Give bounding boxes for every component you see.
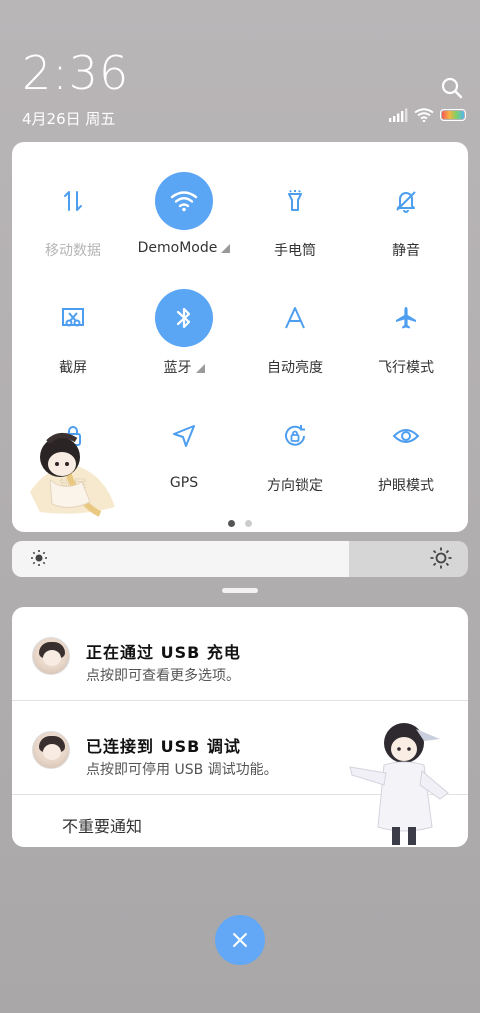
search-icon[interactable] xyxy=(440,76,464,100)
tile-label: 手电筒 xyxy=(274,243,316,259)
tile-mute[interactable]: 静音 xyxy=(349,142,463,259)
notification-title: 已连接到 USB 调试 xyxy=(86,737,241,756)
tile-gps[interactable]: GPS xyxy=(127,377,241,491)
notification-title: 正在通过 USB 充电 xyxy=(86,643,241,662)
brightness-low-icon xyxy=(30,549,48,571)
gps-icon xyxy=(155,407,213,465)
drag-handle[interactable] xyxy=(222,588,258,593)
status-area: 2:36 4月26日 周五 xyxy=(0,0,480,140)
tile-eye-protection[interactable]: 护眼模式 xyxy=(349,377,463,494)
tile-label: 移动数据 xyxy=(45,243,101,259)
brightness-slider[interactable] xyxy=(12,541,468,577)
tile-label: 方向锁定 xyxy=(267,478,323,494)
notification-body: 点按即可停用 USB 调试功能。 xyxy=(86,762,278,778)
flashlight-icon xyxy=(266,172,324,230)
page-dot xyxy=(245,520,252,527)
auto-brightness-icon xyxy=(266,289,324,347)
airplane-icon xyxy=(377,289,435,347)
date[interactable]: 4月26日 周五 xyxy=(22,108,115,129)
notification-body: 点按即可查看更多选项。 xyxy=(86,668,240,684)
chibi-sticker-image xyxy=(20,422,120,522)
bluetooth-icon xyxy=(155,289,213,347)
chibi-sticker-image xyxy=(344,715,454,847)
wifi-status-icon xyxy=(414,108,434,122)
tile-airplane[interactable]: 飞行模式 xyxy=(349,259,463,376)
app-avatar xyxy=(32,731,70,769)
brightness-high-icon xyxy=(430,547,452,573)
screenshot-icon xyxy=(44,289,102,347)
signal-icon xyxy=(388,108,408,122)
rotation-lock-icon xyxy=(266,407,324,465)
tile-screenshot[interactable]: 截屏 xyxy=(16,259,130,376)
tile-label: 飞行模式 xyxy=(378,360,434,376)
page-dot-active xyxy=(228,520,235,527)
dropdown-triangle-icon xyxy=(221,244,231,253)
tile-bluetooth[interactable]: 蓝牙 xyxy=(127,259,241,376)
tile-auto-brightness[interactable]: 自动亮度 xyxy=(238,259,352,376)
wifi-icon xyxy=(155,172,213,230)
system-status-icons xyxy=(388,108,466,122)
brightness-fill xyxy=(12,541,350,577)
tile-label: 截屏 xyxy=(59,360,87,376)
tile-mobile-data[interactable]: 移动数据 xyxy=(16,142,130,259)
tile-label: 护眼模式 xyxy=(378,478,434,494)
app-avatar xyxy=(32,637,70,675)
tile-label: 蓝牙 xyxy=(127,357,241,377)
dropdown-triangle-icon xyxy=(195,364,205,373)
tile-label: 自动亮度 xyxy=(267,360,323,376)
notification-usb-charging[interactable]: 正在通过 USB 充电 点按即可查看更多选项。 xyxy=(12,607,468,701)
tile-wifi[interactable]: DemoMode xyxy=(127,142,241,256)
clear-all-button[interactable] xyxy=(215,915,265,965)
eye-icon xyxy=(377,407,435,465)
tile-label: 静音 xyxy=(392,243,420,259)
tile-flashlight[interactable]: 手电筒 xyxy=(238,142,352,259)
quick-settings-panel: 移动数据 DemoMode 手电筒 静音 截屏 蓝牙 自动亮度 飞行模式 GPS… xyxy=(12,142,468,532)
tile-label: DemoMode xyxy=(127,240,241,256)
page-indicator xyxy=(12,520,468,527)
tile-label: GPS xyxy=(169,475,199,491)
clock[interactable]: 2:36 xyxy=(22,46,129,100)
mobile-data-icon xyxy=(44,172,102,230)
unimportant-notifications-link[interactable]: 不重要通知 xyxy=(62,813,142,837)
tile-rotation-lock[interactable]: 方向锁定 xyxy=(238,377,352,494)
close-icon xyxy=(233,933,247,947)
notification-panel: 正在通过 USB 充电 点按即可查看更多选项。 已连接到 USB 调试 点按即可… xyxy=(12,607,468,847)
battery-icon xyxy=(440,109,466,121)
mute-bell-icon xyxy=(377,172,435,230)
